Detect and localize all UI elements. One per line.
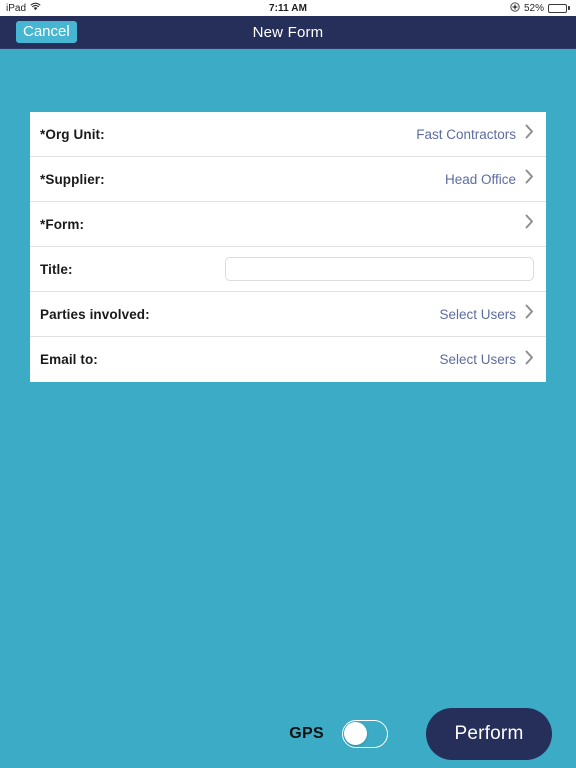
chevron-right-icon <box>525 124 534 144</box>
form-row-value-supplier: Head Office <box>444 171 516 187</box>
new-form-card: *Org Unit: Fast Contractors *Supplier: Head… <box>30 112 546 382</box>
form-row-right-email-to: Select Users <box>439 350 534 370</box>
title-input[interactable] <box>225 257 534 281</box>
status-bar: iPad 7:11 AM 52% <box>0 0 576 16</box>
battery-icon <box>548 3 570 13</box>
form-row-email-to[interactable]: Email to: Select Users <box>30 337 546 382</box>
form-row-form[interactable]: *Form: <box>30 202 546 247</box>
form-row-label-form: *Form: <box>40 216 85 232</box>
status-bar-right: 52% <box>510 1 570 15</box>
navigation-bar: Cancel New Form <box>0 16 576 48</box>
form-row-label-supplier: *Supplier: <box>40 171 105 187</box>
form-row-label-parties-involved: Parties involved: <box>40 306 150 322</box>
perform-button[interactable]: Perform <box>426 708 552 760</box>
form-row-value-parties-involved: Select Users <box>439 306 516 322</box>
chevron-right-icon <box>525 214 534 234</box>
bottom-action-bar: GPS Perform <box>0 700 576 768</box>
form-row-parties-involved[interactable]: Parties involved: Select Users <box>30 292 546 337</box>
form-row-org-unit[interactable]: *Org Unit: Fast Contractors <box>30 112 546 157</box>
form-row-right-supplier: Head Office <box>445 169 534 189</box>
status-bar-clock: 7:11 AM <box>268 2 308 14</box>
form-row-value-email-to: Select Users <box>439 352 516 367</box>
form-row-label-title: Title: <box>40 261 73 277</box>
form-row-right-org-unit: Fast Contractors <box>416 124 534 144</box>
form-row-label-org-unit: *Org Unit: <box>40 126 105 142</box>
nav-bar-underline <box>0 48 576 49</box>
chevron-right-icon <box>525 169 534 189</box>
form-row-right-parties-involved: Select Users <box>439 304 534 324</box>
page-title: New Form <box>252 23 324 41</box>
form-row-supplier[interactable]: *Supplier: Head Office <box>30 157 546 202</box>
chevron-right-icon <box>525 350 534 370</box>
form-row-title: Title: <box>30 247 546 292</box>
battery-percentage-label: 52% <box>523 2 544 14</box>
app-screen: iPad 7:11 AM 52% Cancel New Form *Org Un… <box>0 0 576 768</box>
battery-cap <box>568 6 570 10</box>
battery-body <box>548 3 567 13</box>
form-row-value-org-unit: Fast Contractors <box>416 126 516 142</box>
location-services-icon <box>510 1 520 15</box>
chevron-right-icon <box>525 304 534 324</box>
gps-toggle[interactable] <box>342 720 388 748</box>
form-row-label-email-to: Email to: <box>40 352 98 367</box>
form-row-right-form <box>516 214 534 234</box>
gps-toggle-knob <box>344 722 367 745</box>
gps-label: GPS <box>289 725 324 742</box>
cancel-button[interactable]: Cancel <box>16 20 77 44</box>
